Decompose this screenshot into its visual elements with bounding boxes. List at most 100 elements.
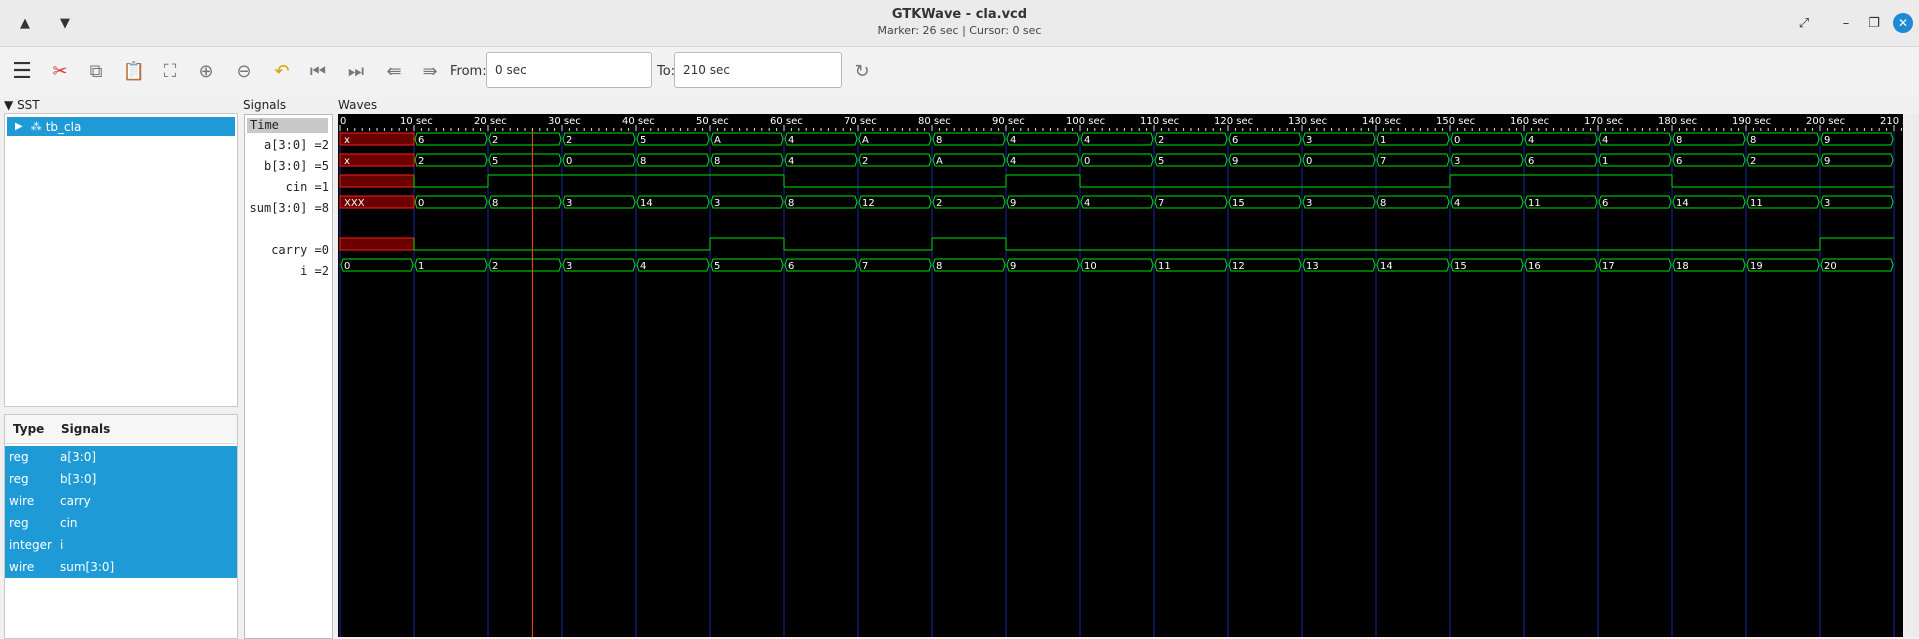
signal-type: wire — [9, 560, 35, 574]
undefined-segment — [339, 153, 415, 167]
bus-segment — [1006, 195, 1080, 209]
bus-value-label: 14 — [1380, 261, 1393, 272]
bus-segment — [488, 258, 562, 272]
signal-sum[interactable]: sum[3:0] =8 — [250, 201, 329, 215]
undefined-segment — [339, 132, 415, 146]
bus-value-label: 14 — [1676, 198, 1689, 209]
bus-value-label: 1 — [418, 261, 424, 272]
zoom-fit-icon[interactable]: ⛶ — [156, 57, 184, 85]
signals-column-header[interactable]: Signals — [61, 422, 110, 436]
zoom-to-end-icon[interactable]: ⏭ — [342, 57, 370, 85]
waveform-canvas[interactable]: 0 10 sec 20 sec 30 sec 40 sec 50 sec 60 sec 70 … — [338, 114, 1903, 637]
bus-value-label: 2 — [1158, 135, 1164, 146]
table-row[interactable]: reg cin — [5, 512, 237, 534]
bus-value-label: 0 — [1454, 135, 1460, 146]
table-row[interactable]: wire carry — [5, 490, 237, 512]
table-row[interactable]: integer i — [5, 534, 237, 556]
table-row[interactable]: reg a[3:0] — [5, 446, 237, 468]
ruler-tick-label: 0 — [340, 116, 346, 127]
menu-icon[interactable]: ☰ — [8, 57, 36, 85]
signal-carry[interactable]: carry =0 — [271, 243, 329, 257]
bus-value-label: x — [344, 135, 350, 146]
fullscreen-icon[interactable]: ⤢ — [1794, 13, 1814, 33]
bus-value-label: 15 — [1232, 198, 1245, 209]
bus-value-label: 11 — [1750, 198, 1763, 209]
bus-value-label: 0 — [344, 261, 350, 272]
find-next-edge-icon[interactable]: ⇛ — [416, 57, 444, 85]
bus-value-label: 8 — [492, 198, 498, 209]
copy-icon[interactable]: ⧉ — [82, 57, 110, 85]
hierarchy-icon: ⁂ — [30, 120, 42, 133]
bus-segment — [1376, 132, 1450, 146]
bus-value-label: x — [344, 156, 350, 167]
paste-icon[interactable]: 📋 — [120, 57, 148, 85]
bus-segment — [710, 258, 784, 272]
type-column-header[interactable]: Type — [13, 422, 44, 436]
bus-value-label: 5 — [640, 135, 646, 146]
bus-value-label: 12 — [1232, 261, 1245, 272]
bus-segment — [1376, 195, 1450, 209]
bus-segment — [1524, 153, 1598, 167]
bus-segment — [1450, 132, 1524, 146]
waves-pane[interactable]: 0 10 sec 20 sec 30 sec 40 sec 50 sec 60 sec 70 … — [338, 114, 1903, 637]
signal-cin[interactable]: cin =1 — [286, 180, 329, 194]
tree-item-tb-cla[interactable]: ▶ ⁂ tb_cla — [7, 117, 235, 136]
bus-value-label: 6 — [1676, 156, 1682, 167]
bus-value-label: 13 — [1306, 261, 1319, 272]
bus-value-label: 4 — [1010, 156, 1016, 167]
minimize-button[interactable]: – — [1836, 13, 1856, 33]
signal-a[interactable]: a[3:0] =2 — [264, 138, 329, 152]
ruler-tick-label: 80 sec — [918, 116, 951, 127]
zoom-out-icon[interactable]: ⊖ — [230, 57, 258, 85]
vertical-scrollbar[interactable] — [1905, 114, 1919, 637]
bus-segment — [932, 132, 1006, 146]
zoom-in-icon[interactable]: ⊕ — [192, 57, 220, 85]
maximize-button[interactable]: ❐ — [1864, 13, 1884, 33]
to-time-input[interactable] — [674, 52, 842, 88]
table-row[interactable]: reg b[3:0] — [5, 468, 237, 490]
bus-segment — [1228, 132, 1302, 146]
bus-value-label: 3 — [566, 261, 572, 272]
bus-value-label: 2 — [492, 135, 498, 146]
bus-segment — [1080, 153, 1154, 167]
ruler-tick-label: 160 sec — [1510, 116, 1549, 127]
sst-tree: ▶ ⁂ tb_cla — [4, 113, 238, 407]
undo-zoom-icon[interactable]: ↶ — [268, 57, 296, 85]
bus-value-label: 5 — [714, 261, 720, 272]
cut-icon[interactable]: ✂ — [46, 57, 74, 85]
ruler-tick-label: 190 sec — [1732, 116, 1771, 127]
bus-segment — [636, 132, 710, 146]
bus-value-label: 7 — [1158, 198, 1164, 209]
bus-segment — [1672, 153, 1746, 167]
bus-value-label: 4 — [1528, 135, 1534, 146]
bus-segment — [1450, 195, 1524, 209]
bus-value-label: 3 — [1454, 156, 1460, 167]
bus-value-label: 11 — [1528, 198, 1541, 209]
reload-icon[interactable]: ↻ — [848, 57, 876, 85]
bus-value-label: 9 — [1010, 198, 1016, 209]
bus-value-label: 3 — [714, 198, 720, 209]
close-button[interactable]: ✕ — [1893, 13, 1913, 33]
zoom-to-start-icon[interactable]: ⏮ — [304, 57, 332, 85]
bus-value-label: 6 — [1528, 156, 1534, 167]
signal-b[interactable]: b[3:0] =5 — [264, 159, 329, 173]
sst-expander[interactable]: ▼ SST — [4, 98, 40, 112]
table-row[interactable]: wire sum[3:0] — [5, 556, 237, 578]
bus-value-label: 4 — [1602, 135, 1608, 146]
bus-value-label: 3 — [1824, 198, 1830, 209]
signal-i[interactable]: i =2 — [300, 264, 329, 278]
signal-name: a[3:0] — [60, 450, 97, 464]
bus-segment — [858, 258, 932, 272]
sst-label: SST — [17, 98, 40, 112]
bus-value-label: 0 — [566, 156, 572, 167]
bus-value-label: 9 — [1232, 156, 1238, 167]
bus-value-label: 8 — [788, 198, 794, 209]
bus-segment — [1746, 153, 1820, 167]
bus-segment — [1820, 153, 1894, 167]
expand-arrow-icon[interactable]: ▶ — [15, 121, 23, 132]
bus-segment — [1820, 132, 1894, 146]
bus-value-label: 20 — [1824, 261, 1837, 272]
find-previous-edge-icon[interactable]: ⇚ — [380, 57, 408, 85]
from-time-input[interactable] — [486, 52, 652, 88]
bus-segment — [562, 195, 636, 209]
